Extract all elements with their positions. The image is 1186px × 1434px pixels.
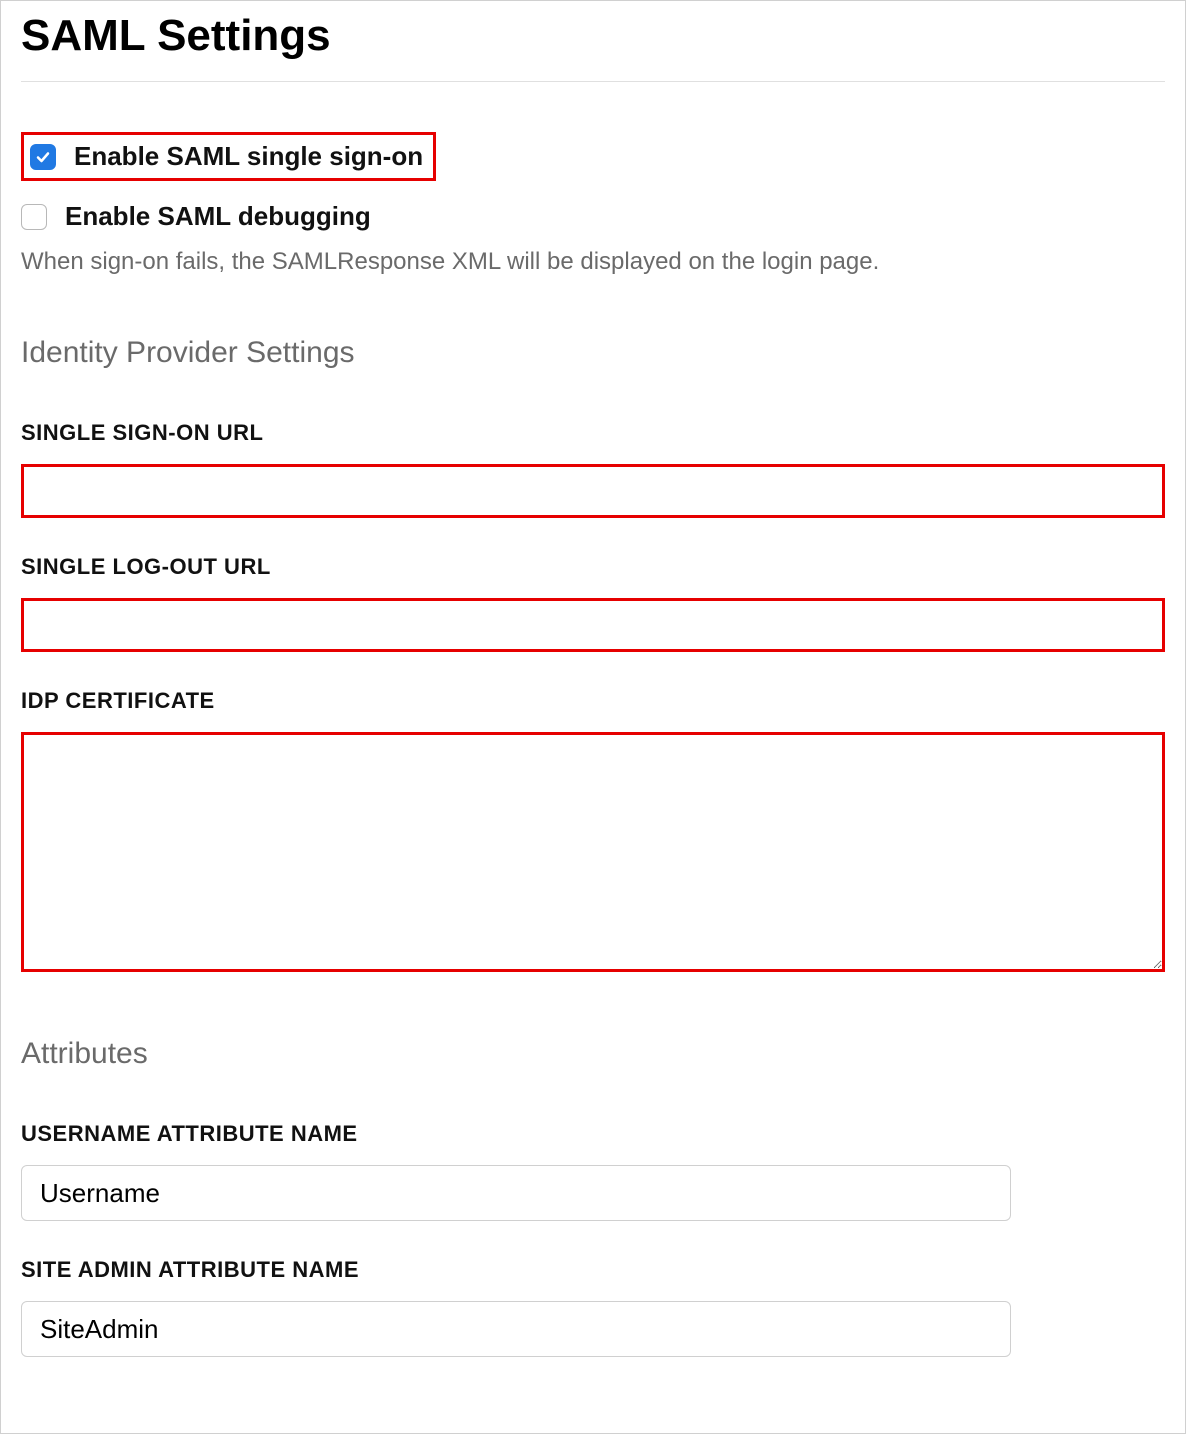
slo-url-input[interactable] (21, 598, 1165, 652)
sso-url-input[interactable] (21, 464, 1165, 518)
idp-cert-textarea[interactable] (21, 732, 1165, 972)
site-admin-attr-label: SITE ADMIN ATTRIBUTE NAME (21, 1257, 1165, 1283)
idp-cert-label: IDP CERTIFICATE (21, 688, 1165, 714)
site-admin-attr-field: SITE ADMIN ATTRIBUTE NAME (21, 1257, 1165, 1357)
idp-cert-field: IDP CERTIFICATE (21, 688, 1165, 977)
enable-debugging-label: Enable SAML debugging (65, 201, 371, 232)
enable-sso-label: Enable SAML single sign-on (74, 141, 423, 172)
idp-section-heading: Identity Provider Settings (21, 336, 1165, 370)
slo-url-label: SINGLE LOG-OUT URL (21, 554, 1165, 580)
sso-url-label: SINGLE SIGN-ON URL (21, 420, 1165, 446)
username-attr-label: USERNAME ATTRIBUTE NAME (21, 1121, 1165, 1147)
settings-panel: SAML Settings Enable SAML single sign-on… (0, 0, 1186, 1434)
username-attr-input[interactable] (21, 1165, 1011, 1221)
attributes-section: Attributes USERNAME ATTRIBUTE NAME SITE … (21, 1037, 1165, 1357)
enable-sso-row: Enable SAML single sign-on (21, 132, 436, 181)
attributes-heading: Attributes (21, 1037, 1165, 1071)
site-admin-attr-input[interactable] (21, 1301, 1011, 1357)
username-attr-field: USERNAME ATTRIBUTE NAME (21, 1121, 1165, 1221)
checkmark-icon (35, 149, 51, 165)
enable-sso-checkbox[interactable] (30, 144, 56, 170)
page-title: SAML Settings (21, 11, 1165, 82)
sso-url-field: SINGLE SIGN-ON URL (21, 420, 1165, 518)
debugging-help-text: When sign-on fails, the SAMLResponse XML… (21, 248, 1165, 276)
enable-debugging-checkbox[interactable] (21, 204, 47, 230)
enable-debugging-row: Enable SAML debugging (21, 201, 1165, 232)
slo-url-field: SINGLE LOG-OUT URL (21, 554, 1165, 652)
